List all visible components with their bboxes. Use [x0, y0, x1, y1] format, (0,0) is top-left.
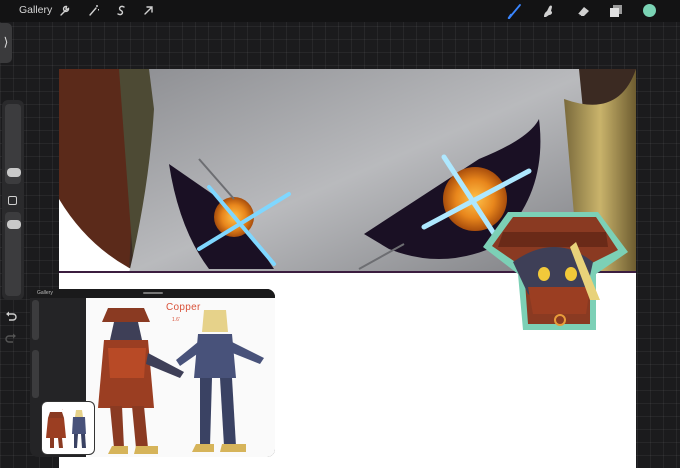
- opacity-thumb[interactable]: [7, 220, 21, 229]
- gallery-button[interactable]: Gallery: [19, 4, 52, 16]
- reference-opacity-slider[interactable]: [32, 350, 39, 398]
- modify-button[interactable]: [8, 196, 17, 205]
- wrench-icon[interactable]: [58, 4, 71, 17]
- left-sidebar: [2, 100, 24, 300]
- svg-text:·: ·: [62, 407, 63, 412]
- undo-icon[interactable]: [4, 309, 18, 323]
- opacity-slider[interactable]: [5, 212, 21, 296]
- reference-drag-handle[interactable]: [143, 292, 163, 294]
- character-name-label: Copper: [166, 302, 201, 313]
- eraser-icon[interactable]: [575, 3, 591, 19]
- reference-thumbnail[interactable]: ·: [42, 402, 94, 454]
- reference-sidebar: [31, 300, 41, 400]
- selection-icon[interactable]: [115, 4, 128, 17]
- sidebar-toggle[interactable]: ⟩: [0, 23, 12, 63]
- redo-icon[interactable]: [4, 331, 18, 345]
- reference-size-slider[interactable]: [32, 300, 39, 340]
- character-height-label: 1.6': [172, 317, 180, 323]
- reference-title-bar[interactable]: Gallery: [30, 289, 275, 298]
- layers-icon[interactable]: [608, 3, 624, 19]
- brush-size-slider[interactable]: [5, 104, 21, 184]
- top-toolbar: Gallery: [0, 0, 680, 22]
- brush-size-thumb[interactable]: [7, 168, 21, 177]
- reference-image: [86, 298, 275, 457]
- transform-arrow-icon[interactable]: [142, 4, 155, 17]
- brush-icon[interactable]: [507, 3, 523, 19]
- color-picker-swatch[interactable]: [643, 4, 656, 17]
- smudge-icon[interactable]: [540, 3, 556, 19]
- reference-gallery-label: Gallery: [37, 290, 53, 296]
- magic-wand-icon[interactable]: [87, 4, 100, 17]
- character-sticker: [478, 202, 630, 338]
